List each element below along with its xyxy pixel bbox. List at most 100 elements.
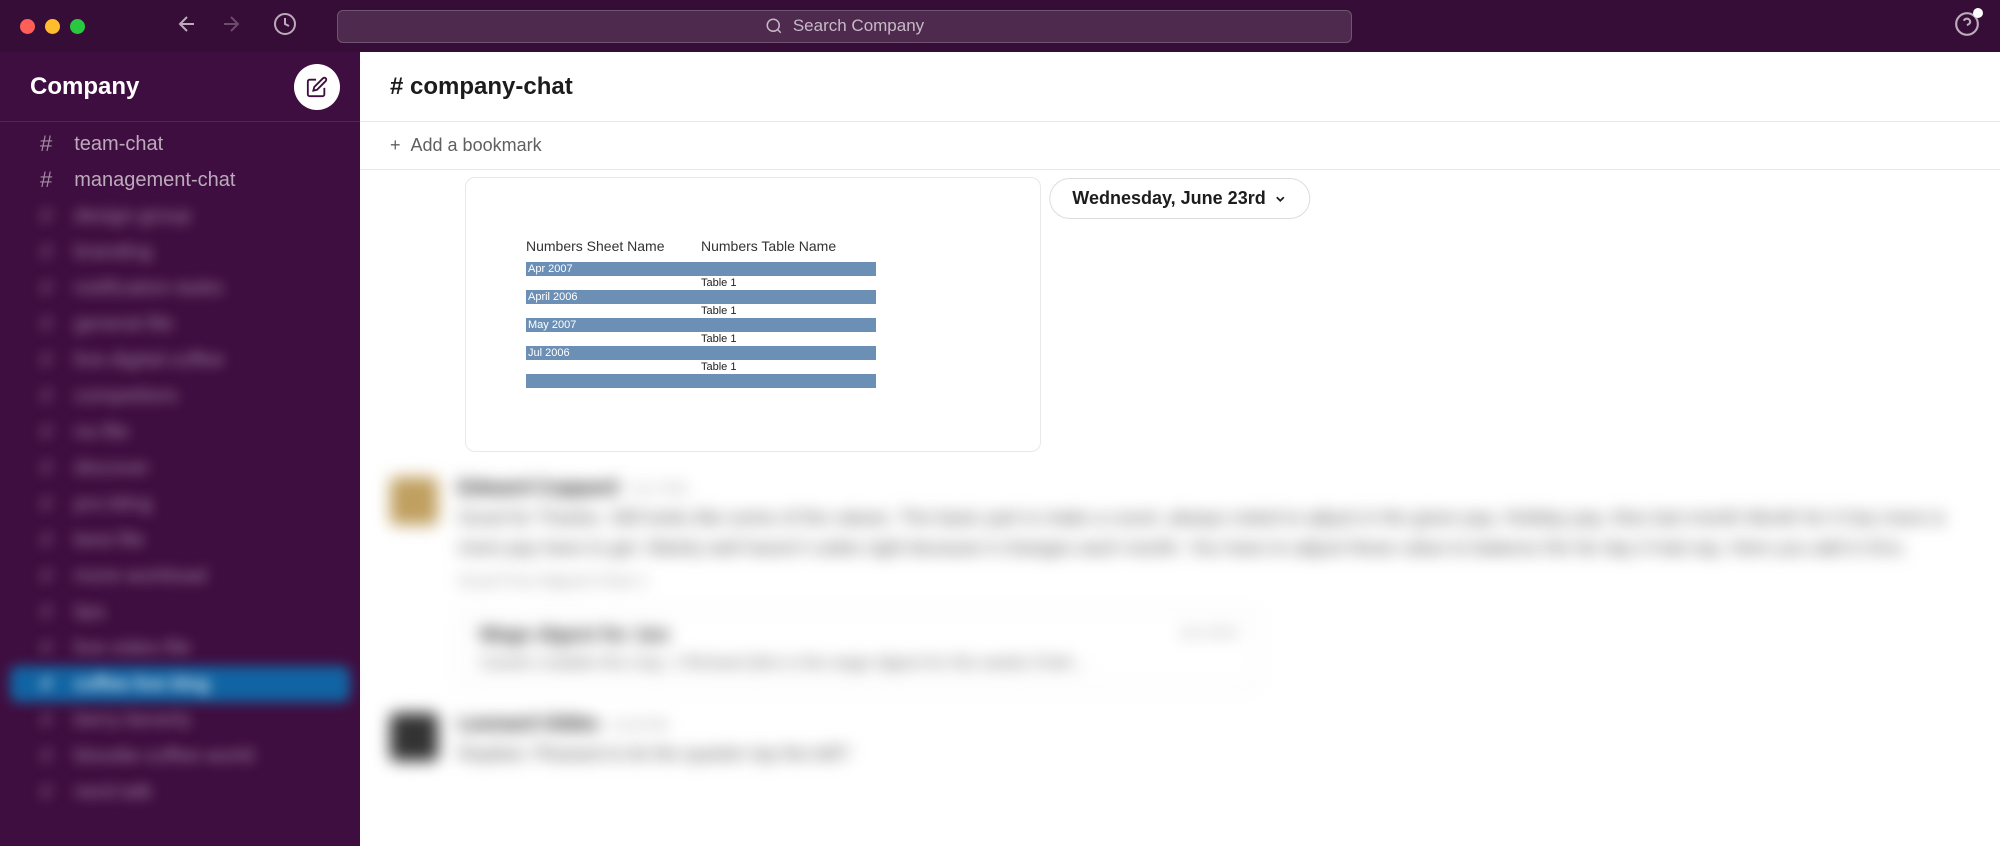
- channel-item-blurred[interactable]: #bloodie-coffee-world: [10, 738, 350, 774]
- channel-item-blurred[interactable]: #design-group: [10, 198, 350, 234]
- quoted-title: Wage digest for Jun: [479, 624, 1237, 647]
- channel-item-blurred[interactable]: #discover: [10, 450, 350, 486]
- hash-icon: #: [40, 743, 52, 769]
- cell-sheet: [526, 374, 701, 388]
- cell-sheet: May 2007: [526, 318, 701, 332]
- channel-label: discover: [74, 457, 148, 480]
- channel-item-blurred[interactable]: #branding: [10, 234, 350, 270]
- close-window-button[interactable]: [20, 19, 35, 34]
- cell-sheet: Jul 2006: [526, 346, 701, 360]
- channel-label: competitors: [74, 385, 177, 408]
- channel-item-blurred[interactable]: # notification-tasks: [10, 270, 350, 306]
- channel-title: # company-chat: [390, 73, 573, 101]
- channel-item-blurred[interactable]: #live-video-file: [10, 630, 350, 666]
- search-icon: [765, 17, 783, 35]
- cell-table: [701, 318, 876, 332]
- compose-button[interactable]: [294, 64, 340, 110]
- nav-arrows: [175, 12, 243, 41]
- cell-sheet: [526, 332, 701, 346]
- hash-icon: #: [40, 707, 52, 733]
- date-divider-pill[interactable]: Wednesday, June 23rd: [1049, 178, 1310, 219]
- table-row: [526, 374, 876, 388]
- channel-item-blurred[interactable]: # nerd-talk: [10, 774, 350, 810]
- quoted-attachment[interactable]: Jun 2019 Wage digest for Jun Canal's not…: [458, 609, 1258, 688]
- add-bookmark-button[interactable]: + Add a bookmark: [360, 122, 2000, 170]
- col-header-sheet: Numbers Sheet Name: [526, 238, 701, 254]
- hash-icon: #: [40, 563, 52, 589]
- table-row: Table 1: [526, 360, 876, 374]
- main-content: # company-chat + Add a bookmark Wednesda…: [360, 52, 2000, 846]
- channel-item-blurred[interactable]: # competitors: [10, 378, 350, 414]
- cell-table: Table 1: [701, 276, 876, 290]
- channel-label: nerd-talk: [74, 781, 152, 804]
- avatar: [390, 713, 438, 761]
- chevron-down-icon: [1274, 192, 1288, 206]
- help-icon[interactable]: [1954, 11, 1980, 42]
- channel-header[interactable]: # company-chat: [360, 52, 2000, 122]
- hash-icon: #: [40, 671, 52, 697]
- channel-item-blurred[interactable]: # pro-bling: [10, 486, 350, 522]
- cell-table: Table 1: [701, 304, 876, 318]
- channel-label: pro-bling: [74, 493, 152, 516]
- channel-item-blurred[interactable]: #coffee-live-blog: [10, 666, 350, 702]
- app-body: Company # team-chat # management-chat #d…: [0, 52, 2000, 846]
- channel-item-blurred[interactable]: #best-file: [10, 522, 350, 558]
- message-text: Good for Thanks. Still looks like some o…: [458, 504, 1970, 565]
- cell-sheet: [526, 276, 701, 290]
- history-icon[interactable]: [273, 12, 297, 41]
- channel-item-blurred[interactable]: #more-workload: [10, 558, 350, 594]
- channel-item-blurred[interactable]: #berry-beverly: [10, 702, 350, 738]
- hash-icon: #: [40, 311, 52, 337]
- hash-icon: #: [40, 635, 52, 661]
- forward-icon[interactable]: [219, 12, 243, 41]
- channel-item-team-chat[interactable]: # team-chat: [10, 126, 350, 162]
- channel-item-management-chat[interactable]: # management-chat: [10, 162, 350, 198]
- channel-item-blurred[interactable]: #no-file: [10, 414, 350, 450]
- message-area: Wednesday, June 23rd Numbers Sheet Name …: [360, 170, 2000, 846]
- hash-icon: #: [40, 491, 52, 517]
- hash-icon: #: [40, 599, 52, 625]
- workspace-name: Company: [30, 73, 139, 101]
- hash-icon: #: [40, 167, 52, 193]
- search-input[interactable]: Search Company: [337, 10, 1352, 43]
- channel-label: management-chat: [74, 169, 235, 192]
- channel-label: tips: [74, 601, 105, 624]
- compose-icon: [306, 76, 328, 98]
- hash-icon: #: [40, 419, 52, 445]
- hash-icon: #: [40, 383, 52, 409]
- message-footer: Good Free Aligned Chart 1: [458, 569, 1970, 595]
- channel-label: notification-tasks: [74, 277, 223, 300]
- hash-icon: #: [40, 779, 52, 805]
- channel-label: team-chat: [74, 133, 163, 156]
- message-body: Edward Coppard 9:17 PM Good for Thanks. …: [458, 477, 1970, 594]
- message-time: 9:17 PM: [630, 481, 686, 498]
- hash-icon: #: [40, 275, 52, 301]
- message-author: Edward Coppard: [458, 477, 618, 500]
- channel-label: design-group: [74, 205, 191, 228]
- back-icon[interactable]: [175, 12, 199, 41]
- avatar: [390, 477, 438, 525]
- table-row: Table 1: [526, 276, 876, 290]
- search-placeholder: Search Company: [793, 16, 924, 36]
- table-header-row: Numbers Sheet Name Numbers Table Name: [526, 238, 980, 254]
- maximize-window-button[interactable]: [70, 19, 85, 34]
- plus-icon: +: [390, 135, 401, 156]
- hash-icon: #: [40, 527, 52, 553]
- cell-sheet: Apr 2007: [526, 262, 701, 276]
- hash-icon: #: [40, 347, 52, 373]
- blurred-message: Leonard Gibbs 9:18 PM Replied. Pleased t…: [390, 713, 1970, 770]
- channel-list: # team-chat # management-chat #design-gr…: [0, 122, 360, 814]
- message-text: Replied. Pleased to let the quarter top …: [458, 740, 1970, 770]
- channel-item-blurred[interactable]: #live-digital-coffee: [10, 342, 350, 378]
- channel-item-blurred[interactable]: # tips: [10, 594, 350, 630]
- bookmark-label: Add a bookmark: [411, 135, 542, 156]
- channel-item-blurred[interactable]: # general-file: [10, 306, 350, 342]
- cell-sheet: [526, 304, 701, 318]
- workspace-header[interactable]: Company: [0, 52, 360, 122]
- sidebar: Company # team-chat # management-chat #d…: [0, 52, 360, 846]
- image-attachment[interactable]: Numbers Sheet Name Numbers Table Name Ap…: [465, 177, 1041, 452]
- notification-badge: [1973, 8, 1983, 18]
- table-row: Table 1: [526, 304, 876, 318]
- minimize-window-button[interactable]: [45, 19, 60, 34]
- channel-label: general-file: [74, 313, 173, 336]
